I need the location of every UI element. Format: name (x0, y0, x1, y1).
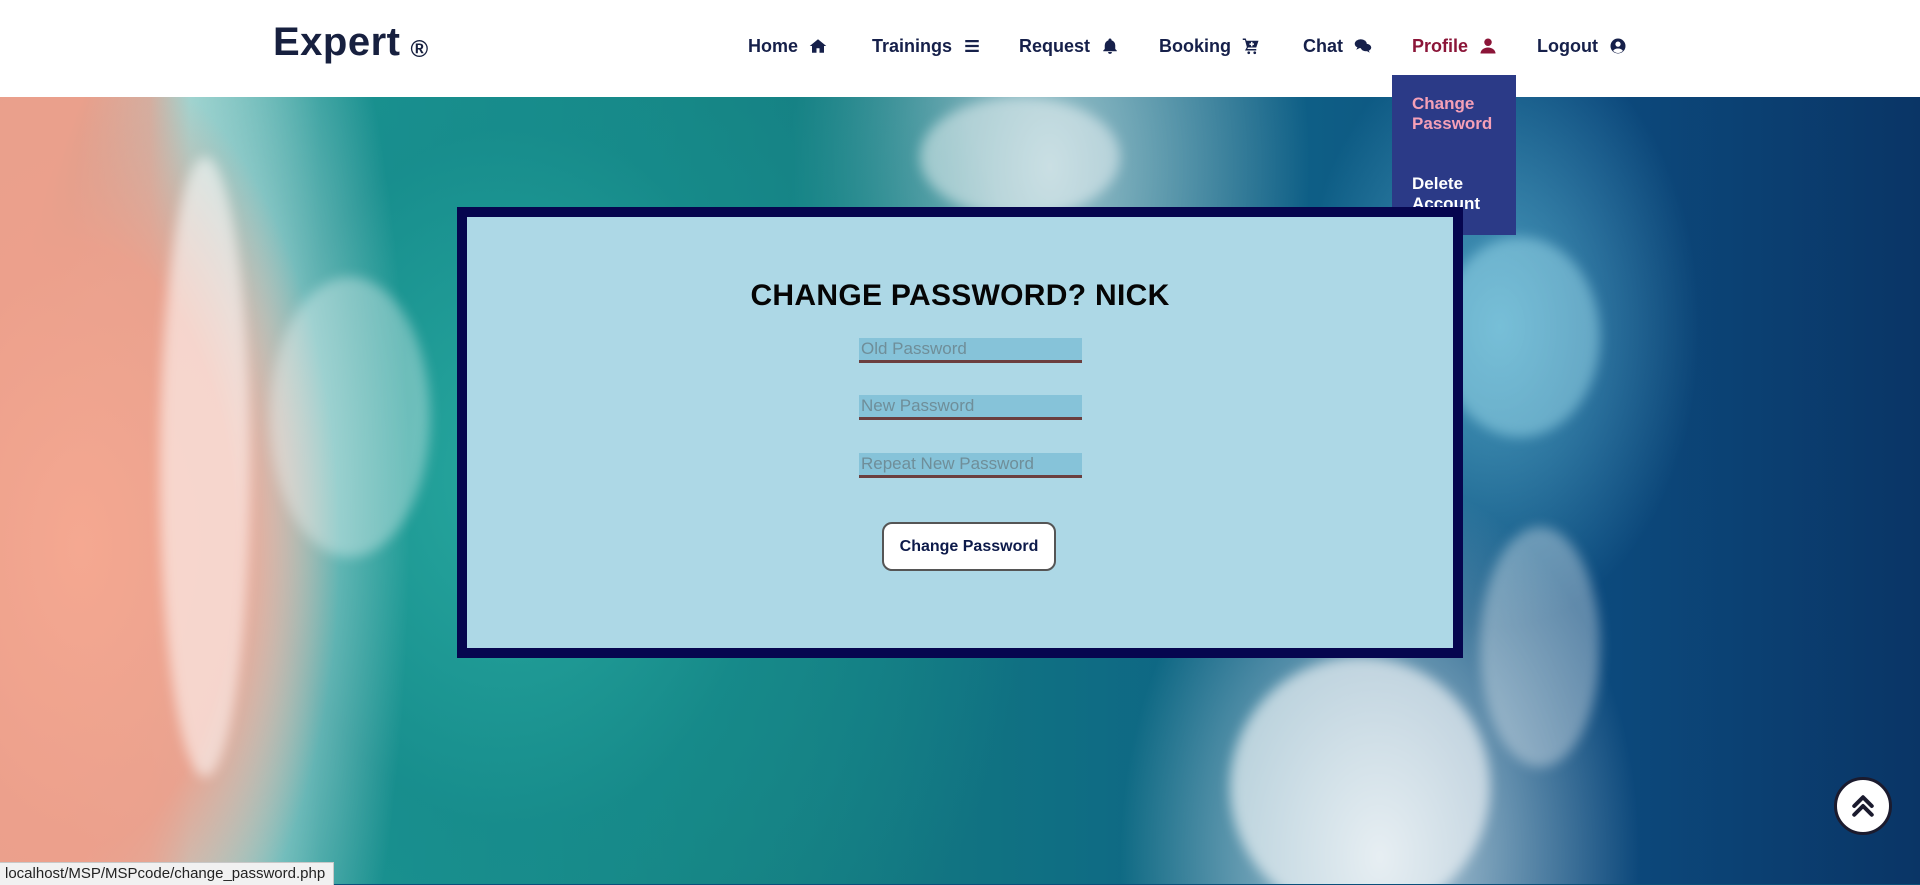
nav-chat[interactable]: Chat (1303, 33, 1373, 59)
browser-status-url: localhost/MSP/MSPcode/change_password.ph… (0, 862, 335, 885)
home-icon (808, 36, 828, 56)
comments-icon (1353, 36, 1373, 56)
nav-home[interactable]: Home (748, 33, 828, 59)
brand-name: Expert (273, 20, 401, 64)
brand-logo[interactable]: Expert ® (273, 20, 429, 65)
menu-item-change-password[interactable]: Change Password (1412, 94, 1507, 134)
nav-booking-label: Booking (1159, 35, 1231, 56)
new-password-field[interactable] (859, 395, 1082, 420)
scroll-to-top-button[interactable] (1834, 777, 1892, 835)
page-title: CHANGE PASSWORD? NICK (750, 279, 1170, 312)
nav-home-label: Home (748, 35, 799, 56)
registered-mark: ® (410, 36, 429, 63)
old-password-field[interactable] (859, 338, 1082, 363)
nav-request[interactable]: Request (1019, 33, 1120, 59)
nav-profile-label: Profile (1412, 35, 1469, 56)
nav-profile[interactable]: Profile (1412, 33, 1498, 59)
nav-logout-label: Logout (1537, 35, 1598, 56)
nav-trainings[interactable]: Trainings (872, 33, 982, 59)
cart-icon (1241, 36, 1261, 56)
bell-icon (1100, 36, 1120, 56)
nav-trainings-label: Trainings (872, 35, 953, 56)
nav-chat-label: Chat (1303, 35, 1343, 56)
change-password-card: CHANGE PASSWORD? NICK Change Password (457, 207, 1463, 658)
nav-request-label: Request (1019, 35, 1091, 56)
repeat-password-field[interactable] (859, 453, 1082, 478)
top-navbar: Expert ® Home Trainings Request Booking (0, 0, 1920, 97)
nav-booking[interactable]: Booking (1159, 33, 1261, 59)
user-circle-icon (1608, 36, 1628, 56)
change-password-button[interactable]: Change Password (882, 522, 1056, 571)
bars-icon (962, 36, 982, 56)
nav-logout[interactable]: Logout (1537, 33, 1628, 59)
double-chevron-up-icon (1852, 795, 1874, 817)
user-icon (1478, 36, 1498, 56)
